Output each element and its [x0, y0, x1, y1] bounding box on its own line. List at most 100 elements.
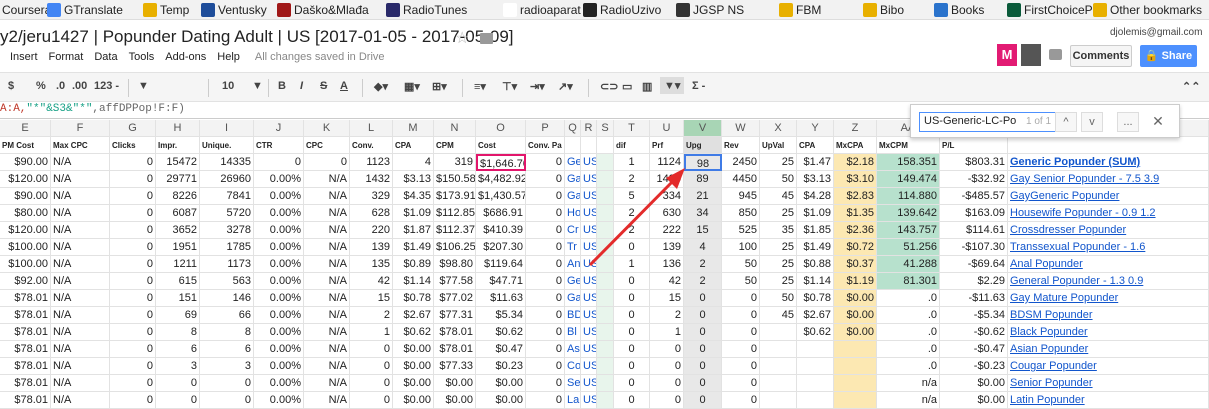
cell[interactable]: $0.62	[393, 324, 434, 341]
cell[interactable]: 6087	[156, 205, 200, 222]
cell[interactable]: US-	[581, 273, 597, 290]
functions-button[interactable]: Σ -	[692, 80, 705, 92]
cell[interactable]	[597, 358, 614, 375]
borders-icon[interactable]: ▦▾	[404, 80, 420, 93]
cell[interactable]: $1.35	[834, 205, 877, 222]
column-header[interactable]: I	[200, 120, 254, 137]
cell[interactable]: 50	[722, 256, 760, 273]
chat-icon[interactable]	[1049, 49, 1062, 60]
cell[interactable]: $4.35	[393, 188, 434, 205]
cell[interactable]: $4.28	[797, 188, 834, 205]
cell[interactable]: 0	[110, 256, 156, 273]
cell[interactable]: $0.00	[393, 358, 434, 375]
cell[interactable]: 0.00%	[254, 290, 304, 307]
cell[interactable]: 1785	[200, 239, 254, 256]
font-size-dropdown[interactable]: 10	[222, 80, 234, 92]
font-dropdown[interactable]: ▼	[138, 80, 149, 92]
comment-icon[interactable]: ▭	[622, 80, 632, 93]
bookmark-item[interactable]: Bibo	[880, 2, 904, 18]
cell[interactable]: $0.37	[834, 256, 877, 273]
bookmark-item[interactable]: FBM	[796, 2, 821, 18]
cell[interactable]: N/A	[51, 324, 110, 341]
cell[interactable]: La	[565, 392, 581, 409]
close-icon[interactable]: ✕	[1147, 112, 1169, 132]
cell[interactable]: $78.01	[0, 392, 51, 409]
cell[interactable]: Generi	[565, 154, 581, 171]
cell[interactable]: 0	[614, 307, 650, 324]
cell[interactable]: $119.64	[476, 256, 526, 273]
cell[interactable]: 2	[350, 307, 393, 324]
cell[interactable]: $92.00	[0, 273, 51, 290]
cell[interactable]: $0.00	[834, 307, 877, 324]
cell[interactable]: N/A	[304, 290, 350, 307]
bookmark-item[interactable]: JGSP NS	[693, 2, 744, 18]
cell[interactable]: Ga	[565, 171, 581, 188]
cell[interactable]: $4,482.92	[476, 171, 526, 188]
bookmark-item[interactable]: GTranslate	[64, 2, 123, 18]
cell[interactable]: GayGeneric Popunder	[1008, 188, 1209, 205]
cell[interactable]	[760, 324, 797, 341]
cell[interactable]: $0.00	[834, 324, 877, 341]
cell[interactable]: 26960	[200, 171, 254, 188]
cell[interactable]: $0.00	[940, 392, 1008, 409]
cell[interactable]: US-	[581, 324, 597, 341]
cell[interactable]: BDSM Popunder	[1008, 307, 1209, 324]
cell[interactable]: $90.00	[0, 154, 51, 171]
menu-format[interactable]: Format	[49, 51, 84, 63]
cell[interactable]: $3.10	[834, 171, 877, 188]
cell[interactable]: 158.351	[877, 154, 940, 171]
cell[interactable]	[597, 324, 614, 341]
currency-button[interactable]: $	[8, 80, 14, 92]
menu-tools[interactable]: Tools	[129, 51, 155, 63]
field-header[interactable]: CTR	[254, 137, 304, 154]
cell[interactable]: N/A	[304, 239, 350, 256]
cell[interactable]: 6	[156, 341, 200, 358]
cell[interactable]: 0	[350, 375, 393, 392]
cell[interactable]: $2.83	[834, 188, 877, 205]
cell[interactable]: US-	[581, 307, 597, 324]
cell[interactable]: 0.00%	[254, 256, 304, 273]
cell[interactable]: 25	[760, 273, 797, 290]
cell[interactable]: N/A	[51, 188, 110, 205]
cell[interactable]: 0	[722, 392, 760, 409]
menu-insert[interactable]: Insert	[10, 51, 38, 63]
cell[interactable]: 4	[393, 154, 434, 171]
field-header[interactable]: CPA	[393, 137, 434, 154]
cell[interactable]: 45	[760, 307, 797, 324]
column-header[interactable]: X	[760, 120, 797, 137]
cell[interactable]: 0	[110, 239, 156, 256]
cell[interactable]: -$0.23	[940, 358, 1008, 375]
cell[interactable]: $78.01	[434, 341, 476, 358]
cell[interactable]: 0	[254, 154, 304, 171]
cell[interactable]: N/A	[51, 341, 110, 358]
field-header[interactable]: Upg	[684, 137, 722, 154]
cell[interactable]: $0.23	[476, 358, 526, 375]
cell[interactable]: 0.00%	[254, 171, 304, 188]
cell[interactable]: 149.474	[877, 171, 940, 188]
cell[interactable]: $3.13	[393, 171, 434, 188]
cell[interactable]: $0.62	[476, 324, 526, 341]
column-header[interactable]: E	[0, 120, 51, 137]
cell[interactable]: 15	[350, 290, 393, 307]
cell[interactable]: 0.00%	[254, 324, 304, 341]
cell[interactable]: 0.00%	[254, 188, 304, 205]
menu-add-ons[interactable]: Add-ons	[165, 51, 206, 63]
cell[interactable]: 0	[614, 358, 650, 375]
cell[interactable]: $78.01	[434, 324, 476, 341]
cell[interactable]: 1123	[350, 154, 393, 171]
cell[interactable]: N/A	[304, 324, 350, 341]
bookmark-item[interactable]: Daško&Mlađa	[294, 2, 369, 18]
column-header[interactable]: Y	[797, 120, 834, 137]
field-header[interactable]: Max CPC	[51, 137, 110, 154]
cell[interactable]: $0.72	[834, 239, 877, 256]
cell[interactable]: $100.00	[0, 256, 51, 273]
cell[interactable]: 151	[156, 290, 200, 307]
cell[interactable]	[834, 392, 877, 409]
cell[interactable]: Gay Mature Popunder	[1008, 290, 1209, 307]
cell[interactable]: 25	[760, 154, 797, 171]
column-header[interactable]: W	[722, 120, 760, 137]
cell[interactable]	[597, 290, 614, 307]
italic-button[interactable]: I	[300, 80, 303, 92]
cell[interactable]: $163.09	[940, 205, 1008, 222]
cell[interactable]: 139	[350, 239, 393, 256]
